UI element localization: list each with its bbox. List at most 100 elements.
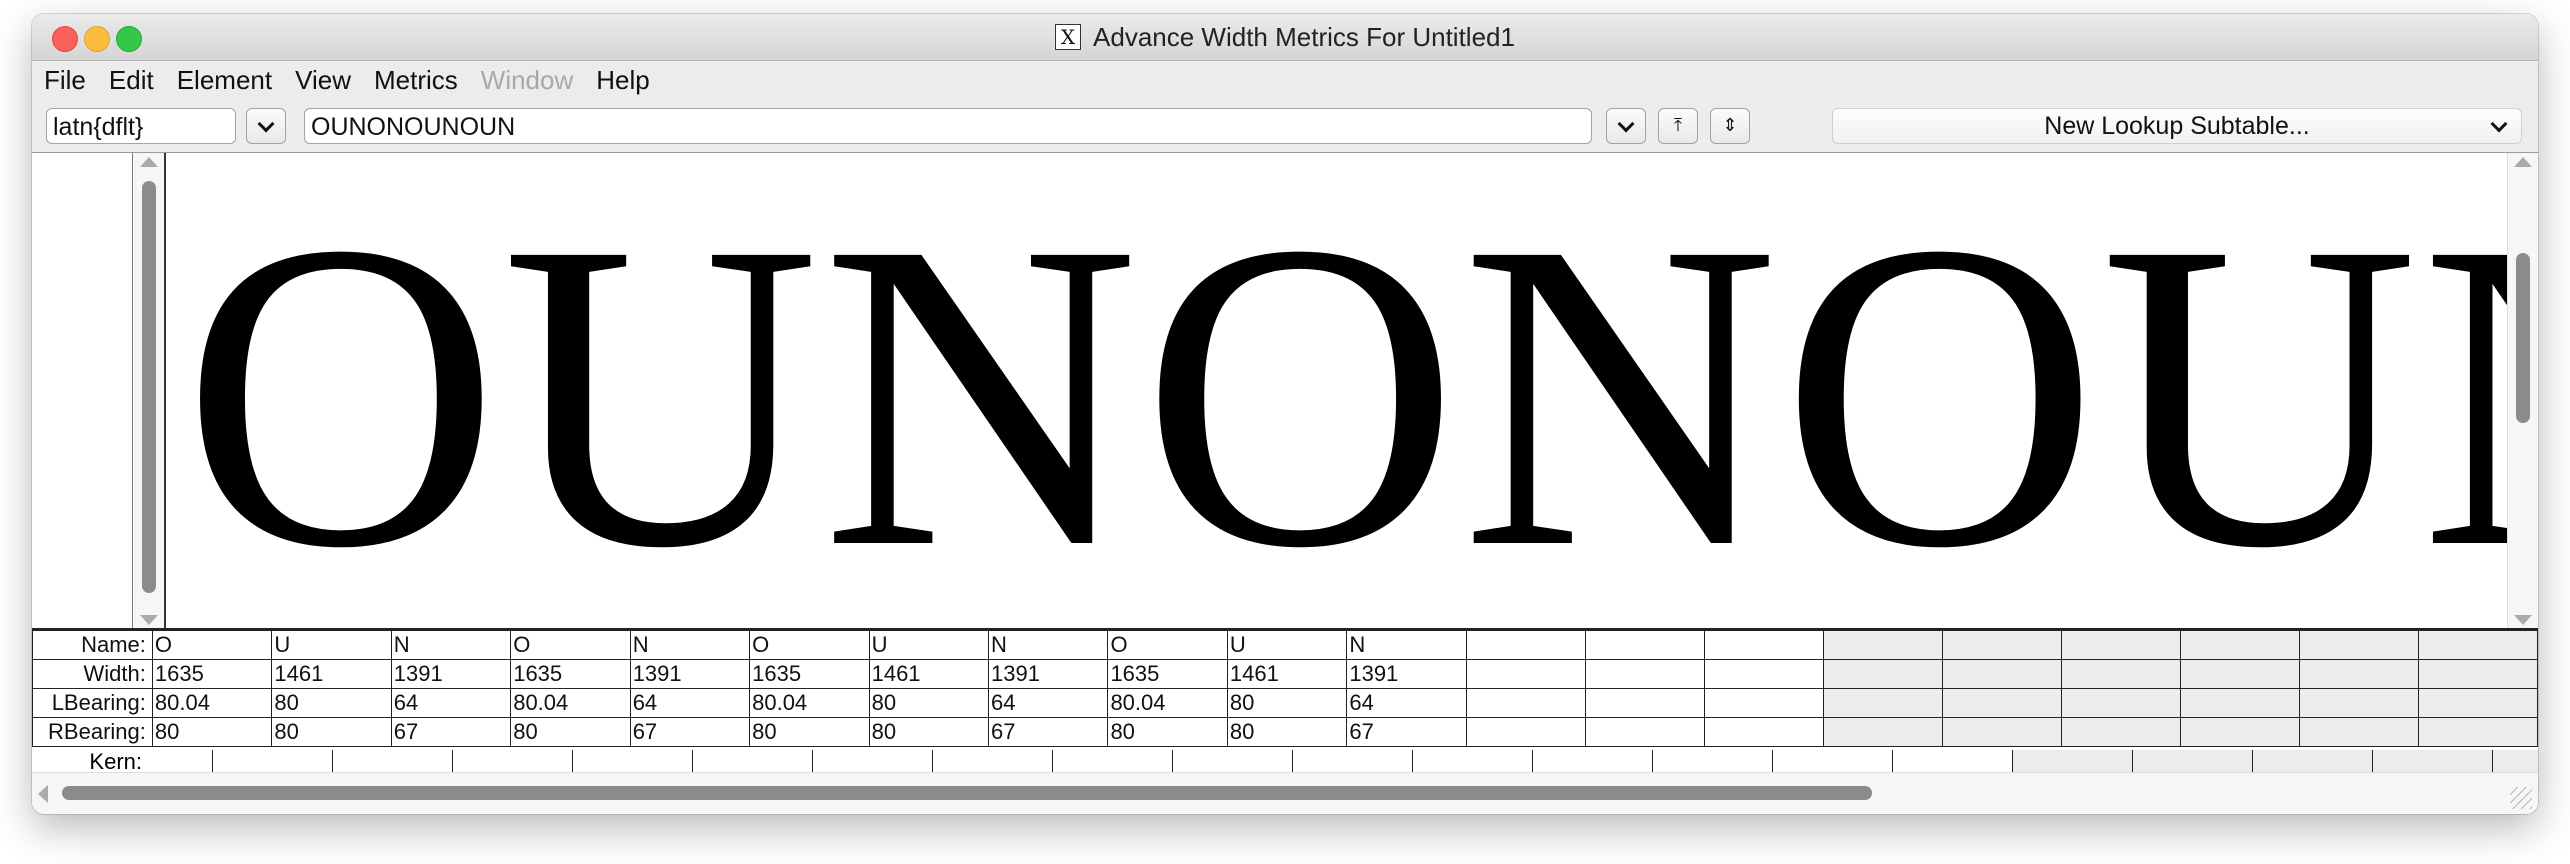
glyph-rbearing-cell[interactable]: 80 [510, 717, 631, 747]
glyph-rbearing-cell[interactable]: 80 [151, 717, 273, 747]
glyph-name-cell: U [271, 630, 392, 660]
lookup-subtable-select[interactable]: New Lookup Subtable... [1832, 108, 2522, 144]
text-dropdown-button[interactable] [1606, 108, 1646, 144]
menu-edit[interactable]: Edit [109, 65, 154, 96]
glyph-name-cell: N [1346, 630, 1467, 660]
empty-gray-cell [2060, 659, 2181, 689]
empty-gray-cell [2298, 688, 2419, 718]
glyph-name-cell: O [749, 630, 870, 660]
metrics-window: X Advance Width Metrics For Untitled1 Fi… [32, 14, 2538, 814]
glyph-lbearing-cell[interactable]: 80.04 [1107, 688, 1228, 718]
name-row-label: Name: [32, 630, 153, 660]
glyph-lbearing-cell[interactable]: 64 [1346, 688, 1467, 718]
title-bar[interactable]: X Advance Width Metrics For Untitled1 [32, 14, 2538, 61]
menu-metrics[interactable]: Metrics [374, 65, 458, 96]
glyph-lbearing-cell[interactable]: 64 [988, 688, 1109, 718]
scroll-left-icon[interactable] [38, 785, 48, 803]
glyph-rbearing-cell[interactable]: 67 [988, 717, 1109, 747]
glyph-width-cell[interactable]: 1461 [271, 659, 392, 689]
glyph-width-cell[interactable]: 1391 [629, 659, 751, 689]
glyph-name-cell: N [390, 630, 512, 660]
glyph-lbearing-cell[interactable]: 80 [1226, 688, 1348, 718]
empty-cell [1465, 717, 1586, 747]
window-title: Advance Width Metrics For Untitled1 [1093, 21, 1515, 52]
horizontal-scrollbar[interactable] [32, 772, 2538, 814]
empty-gray-cell [1822, 717, 1943, 747]
menu-help[interactable]: Help [596, 65, 649, 96]
glyph-lbearing-cell[interactable]: 80.04 [749, 688, 870, 718]
left-vertical-scrollbar[interactable] [134, 153, 166, 629]
glyph-name-cell: U [868, 630, 990, 660]
glyph-rbearing-cell[interactable]: 80 [1107, 717, 1228, 747]
glyph-width-cell[interactable]: 1391 [390, 659, 512, 689]
menu-element[interactable]: Element [177, 65, 272, 96]
glyph-preview-text[interactable]: OUNONOUNOUN [182, 161, 2512, 621]
scroll-up-icon[interactable] [2514, 157, 2532, 167]
scroll-thumb[interactable] [142, 181, 156, 593]
empty-gray-cell [2060, 688, 2181, 718]
script-lang-field[interactable]: latn{dflt} [46, 108, 236, 144]
empty-gray-cell [2179, 688, 2300, 718]
glyph-width-cell[interactable]: 1391 [988, 659, 1109, 689]
empty-gray-cell [1941, 659, 2062, 689]
glyph-width-cell[interactable]: 1635 [151, 659, 273, 689]
glyph-name-cell: O [1107, 630, 1228, 660]
glyph-rbearing-cell[interactable]: 80 [1226, 717, 1348, 747]
scroll-up-icon[interactable] [140, 157, 158, 167]
empty-cell [1465, 659, 1586, 689]
rbearing-row-label: RBearing: [32, 717, 153, 747]
chevron-down-icon [2490, 115, 2508, 133]
glyph-name-cell: N [629, 630, 751, 660]
menu-view[interactable]: View [295, 65, 351, 96]
empty-gray-cell [2298, 630, 2419, 660]
glyph-width-cell[interactable]: 1461 [868, 659, 990, 689]
scroll-down-icon[interactable] [140, 615, 158, 625]
empty-cell [1584, 630, 1705, 660]
scroll-down-icon[interactable] [2514, 615, 2532, 625]
glyph-lbearing-cell[interactable]: 80 [271, 688, 392, 718]
move-up-button[interactable]: ⤒ [1658, 108, 1698, 144]
glyph-width-cell[interactable]: 1391 [1346, 659, 1467, 689]
empty-gray-cell [2417, 659, 2538, 689]
glyph-name-cell: O [151, 630, 273, 660]
glyph-preview-area[interactable]: OUNONOUNOUN [32, 152, 2538, 629]
glyph-rbearing-cell[interactable]: 67 [390, 717, 512, 747]
empty-gray-cell [2417, 717, 2538, 747]
empty-gray-cell [2060, 717, 2181, 747]
empty-gray-cell [2060, 630, 2181, 660]
menu-bar: File Edit Element View Metrics Window Help [32, 61, 2538, 99]
glyph-lbearing-cell[interactable]: 80.04 [510, 688, 631, 718]
glyph-width-cell[interactable]: 1635 [749, 659, 870, 689]
right-vertical-scrollbar[interactable] [2507, 153, 2538, 629]
empty-cell [1584, 717, 1705, 747]
glyph-width-cell[interactable]: 1635 [1107, 659, 1228, 689]
empty-cell [1584, 659, 1705, 689]
glyph-lbearing-cell[interactable]: 64 [390, 688, 512, 718]
scroll-thumb[interactable] [2516, 253, 2530, 423]
resize-grip-icon[interactable] [2510, 787, 2532, 809]
menu-file[interactable]: File [44, 65, 86, 96]
metrics-text-field[interactable]: OUNONOUNOUN [304, 108, 1592, 144]
glyph-rbearing-cell[interactable]: 80 [749, 717, 870, 747]
glyph-rbearing-cell[interactable]: 67 [1346, 717, 1467, 747]
scroll-thumb[interactable] [62, 786, 1872, 800]
glyph-width-cell[interactable]: 1461 [1226, 659, 1348, 689]
glyph-width-cell[interactable]: 1635 [510, 659, 631, 689]
empty-gray-cell [1822, 630, 1943, 660]
glyph-rbearing-cell[interactable]: 80 [868, 717, 990, 747]
glyph-lbearing-cell[interactable]: 80 [868, 688, 990, 718]
glyph-rbearing-cell[interactable]: 67 [629, 717, 751, 747]
width-row-label: Width: [32, 659, 153, 689]
glyph-name-cell: U [1226, 630, 1348, 660]
script-dropdown-button[interactable] [246, 108, 286, 144]
lbearing-row-label: LBearing: [32, 688, 153, 718]
chevron-down-icon [1617, 115, 1635, 132]
lookup-subtable-label: New Lookup Subtable... [2044, 111, 2310, 140]
menu-window: Window [480, 64, 574, 95]
glyph-lbearing-cell[interactable]: 64 [629, 688, 751, 718]
empty-gray-cell [1941, 688, 2062, 718]
glyph-lbearing-cell[interactable]: 80.04 [151, 688, 273, 718]
move-both-button[interactable]: ⇕ [1710, 108, 1750, 144]
chevron-down-icon [257, 115, 275, 132]
glyph-rbearing-cell[interactable]: 80 [271, 717, 392, 747]
